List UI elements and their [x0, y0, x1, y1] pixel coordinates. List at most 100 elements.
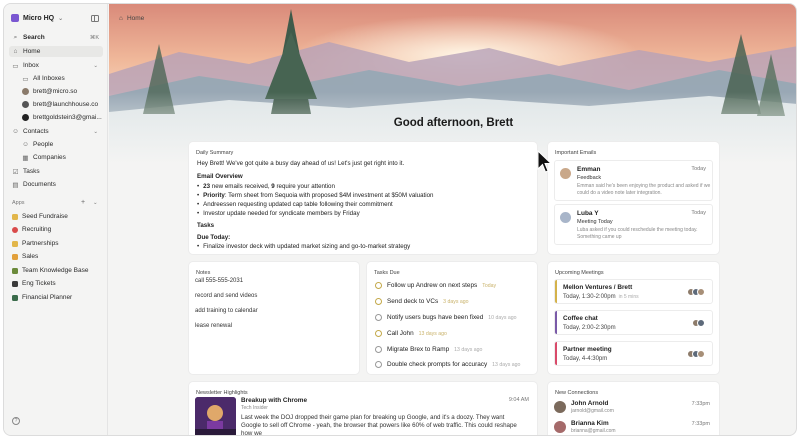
inboxes-icon: ▭ [22, 75, 29, 83]
sidebar-item-people[interactable]: ☺ People [19, 139, 103, 150]
people-icon: ☺ [22, 141, 29, 148]
email-item[interactable]: Luba Y Meeting Today Luba asked if you c… [554, 204, 713, 245]
summary-intro: Hey Brett! We've got quite a busy day ah… [197, 160, 405, 167]
summary-bullet: Finalize investor deck with updated mark… [197, 243, 410, 250]
email-subject: Meeting Today [577, 219, 613, 225]
attendee-avatars [687, 350, 705, 358]
sidebar-item-inbox-account[interactable]: brettgoldstein3@gmai... [19, 112, 103, 123]
sidebar-item-inbox-account[interactable]: brett@micro.so [19, 86, 103, 97]
email-overview-heading: Email Overview [197, 173, 243, 180]
task-checkbox-icon[interactable] [375, 314, 382, 321]
sidebar-item-app[interactable]: Sales [9, 251, 103, 262]
task-item[interactable]: Call John 13 days ago [375, 330, 447, 337]
newsletter-title[interactable]: Breakup with Chrome [241, 397, 307, 404]
seed-fundraise-icon [12, 213, 18, 220]
help-icon[interactable]: ? [12, 417, 20, 425]
avatar [554, 401, 566, 413]
meeting-item[interactable]: Partner meeting Today, 4-4:30pm [554, 341, 713, 366]
note-line[interactable]: lease renewal [195, 323, 232, 329]
workspace-switcher[interactable]: Micro HQ ⌄ [11, 14, 63, 22]
notes-card: Notes call 555-555-2031 record and send … [189, 262, 359, 374]
sidebar-item-home[interactable]: ⌂ Home [9, 46, 103, 57]
sidebar-item-tasks[interactable]: ☑ Tasks [9, 166, 103, 177]
task-item[interactable]: Notify users bugs have been fixed 10 day… [375, 314, 517, 321]
newsletter-thumbnail[interactable] [195, 397, 236, 435]
sidebar-item-all-inboxes[interactable]: ▭ All Inboxes [19, 73, 103, 84]
inbox-icon: ▭ [12, 62, 19, 70]
task-date: 3 days ago [443, 298, 469, 305]
avatar [22, 88, 29, 95]
sidebar-item-app[interactable]: Partnerships [9, 238, 103, 249]
upcoming-meetings-card: Upcoming Meetings Mellon Ventures / Bret… [548, 262, 719, 374]
sidebar-item-label: brett@launchhouse.co [33, 101, 99, 108]
task-checkbox-icon[interactable] [375, 361, 382, 368]
email-sender: Luba Y [577, 210, 599, 217]
task-checkbox-icon[interactable] [375, 330, 382, 337]
apps-heading: Apps [12, 200, 25, 206]
chevron-down-icon: ⌄ [58, 15, 64, 22]
sidebar-item-label: Documents [23, 181, 56, 188]
connection-name: Brianna Kim [571, 420, 609, 427]
meeting-item[interactable]: Mellon Ventures / Brett Today, 1:30-2:00… [554, 279, 713, 304]
newsletter-card: Newsletter Highlights Breakup with Chrom… [189, 382, 537, 435]
daily-summary-card: Daily Summary Hey Brett! We've got quite… [189, 142, 537, 254]
email-time: Today [691, 166, 706, 172]
sidebar-item-label: Recruiting [22, 226, 52, 233]
task-checkbox-icon[interactable] [375, 298, 382, 305]
note-line[interactable]: call 555-555-2031 [195, 278, 243, 284]
sidebar-item-app[interactable]: Recruiting [9, 224, 103, 235]
sidebar-item-app[interactable]: Team Knowledge Base [9, 265, 103, 276]
newsletter-time: 9:04 AM [508, 397, 529, 403]
task-item[interactable]: Send deck to VCs 3 days ago [375, 298, 469, 305]
meeting-item[interactable]: Coffee chat Today, 2:00-2:30pm [554, 310, 713, 335]
sidebar: Micro HQ ⌄ ⌕ Search ⌘K ⌂ Home ▭ Inbox ⌄ … [4, 4, 108, 435]
search-item[interactable]: ⌕ Search ⌘K [9, 32, 103, 43]
sidebar-item-app[interactable]: Seed Fundraise [9, 211, 103, 222]
task-checkbox-icon[interactable] [375, 282, 382, 289]
breadcrumb-home[interactable]: Home [127, 15, 144, 22]
chart-icon [12, 294, 18, 301]
email-item[interactable]: Emman Feedback Emman said he's been enjo… [554, 160, 713, 201]
workspace-logo-icon [11, 14, 19, 22]
tasks-due-card: Tasks Due Follow up Andrew on next steps… [367, 262, 537, 374]
home-icon: ⌂ [119, 15, 123, 22]
task-checkbox-icon[interactable] [375, 346, 382, 353]
important-emails-card: Important Emails Emman Feedback Emman sa… [548, 142, 719, 254]
card-title: Notes [196, 270, 211, 276]
handshake-icon [12, 240, 18, 247]
task-date: Today [482, 282, 497, 289]
task-item[interactable]: Follow up Andrew on next steps Today [375, 282, 496, 289]
sidebar-item-app[interactable]: Financial Planner [9, 292, 103, 303]
book-icon [12, 267, 18, 274]
note-line[interactable]: add training to calendar [195, 308, 258, 314]
add-app-icon[interactable]: + [81, 199, 85, 206]
new-connections-card: New Connections John Arnold jarnold@gmai… [548, 382, 719, 435]
sidebar-item-inbox-account[interactable]: brett@launchhouse.co [19, 99, 103, 110]
task-date: 10 days ago [488, 314, 517, 321]
connection-item[interactable]: Brianna Kim brianna@gmail.com 7:33pm [554, 419, 714, 435]
card-title: New Connections [555, 390, 599, 396]
workspace-name: Micro HQ [23, 14, 55, 22]
search-icon: ⌕ [13, 33, 18, 41]
newsletter-source: Tech Insider [241, 405, 268, 411]
app-window: Micro HQ ⌄ ⌕ Search ⌘K ⌂ Home ▭ Inbox ⌄ … [3, 3, 797, 436]
sidebar-item-contacts[interactable]: ☺ Contacts ⌄ [9, 126, 103, 137]
hero-banner: ⌂ Home Good afternoon, Brett [109, 4, 796, 164]
sidebar-item-documents[interactable]: ▤ Documents [9, 179, 103, 190]
summary-bullet: Priority: Term sheet from Sequoia with p… [197, 192, 433, 199]
sidebar-toggle-icon[interactable] [91, 15, 99, 22]
connection-item[interactable]: John Arnold jarnold@gmail.com 7:33pm [554, 399, 714, 415]
sidebar-item-companies[interactable]: ▦ Companies [19, 152, 103, 163]
task-item[interactable]: Migrate Brex to Ramp 13 days ago [375, 346, 482, 353]
card-title: Daily Summary [196, 150, 234, 156]
email-sender: Emman [577, 166, 601, 173]
page-title: Good afternoon, Brett [393, 117, 514, 129]
sidebar-item-label: Team Knowledge Base [22, 267, 89, 274]
sidebar-item-app[interactable]: Eng Tickets [9, 278, 103, 289]
sidebar-item-inbox[interactable]: ▭ Inbox ⌄ [9, 60, 103, 71]
chevron-down-icon[interactable]: ⌄ [93, 200, 98, 206]
meeting-name: Coffee chat [563, 315, 598, 322]
note-line[interactable]: record and send videos [195, 293, 257, 299]
task-item[interactable]: Double check prompts for accuracy 13 day… [375, 361, 520, 368]
meeting-time: Today, 4-4:30pm [563, 356, 608, 362]
